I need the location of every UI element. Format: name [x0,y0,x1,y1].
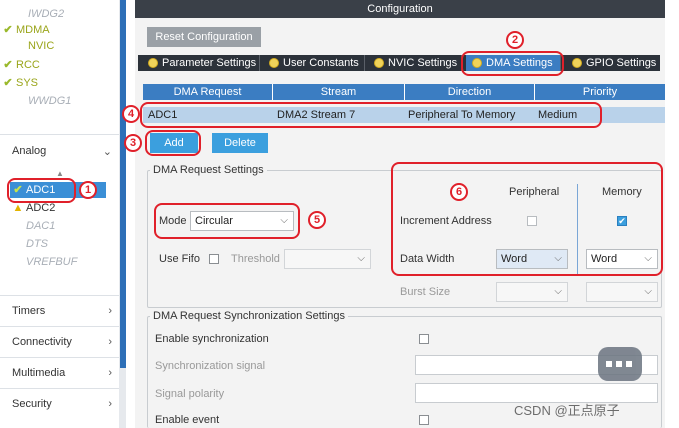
chat-bubble-icon[interactable] [598,347,642,381]
chevron-right-icon: › [108,305,112,317]
status-dot-icon [269,58,279,68]
enable-sync-label: Enable synchronization [155,333,269,345]
use-fifo-checkbox[interactable] [209,254,219,264]
signal-polarity-label: Signal polarity [155,388,225,400]
chevron-down-icon: ⌵ [644,286,652,297]
sidebar-item-mdma[interactable]: ✔ MDMA [0,22,120,38]
chevron-down-icon: ⌄ [102,146,112,158]
sync-signal-label: Synchronization signal [155,360,266,372]
tab-parameter-settings[interactable]: Parameter Settings [142,55,260,71]
annotation-number-5: 5 [308,211,326,229]
chevron-down-icon: ⌵ [357,253,365,264]
checkmark-icon: ✔ [3,59,13,71]
tab-user-constants[interactable]: User Constants [263,55,365,71]
annotation-number-2: 2 [506,31,524,49]
watermark: CSDN @正点原子 [514,403,620,418]
status-dot-icon [374,58,384,68]
group-title: DMA Request Settings [150,164,267,176]
divider [0,357,120,358]
sidebar-item-sys[interactable]: ✔ SYS [0,75,120,91]
chevron-right-icon: › [108,367,112,379]
sidebar-item-wwdg1[interactable]: WWDG1 [0,93,120,109]
divider [0,295,120,296]
annotation-number-4: 4 [122,105,140,123]
peripheral-burst-select[interactable]: ⌵ [496,282,568,302]
divider [0,388,120,389]
divider [0,326,120,327]
checkmark-icon: ✔ [3,24,13,36]
divider [0,134,120,135]
annotation-ring-6 [391,162,663,276]
tab-gpio-settings[interactable]: GPIO Settings [566,55,660,71]
scroll-up-icon[interactable]: ▲ [56,169,64,178]
annotation-number-3: 3 [124,134,142,152]
sidebar: IWDG2 ✔ MDMA NVIC ✔ RCC ✔ SYS WWDG1 Analog ⌄… [0,0,120,428]
chevron-right-icon: › [108,398,112,410]
annotation-ring-1 [7,178,76,203]
memory-burst-select[interactable]: ⌵ [586,282,658,302]
enable-sync-checkbox[interactable] [419,334,429,344]
sidebar-item-dts[interactable]: DTS [10,236,130,252]
burst-size-label: Burst Size [400,286,451,298]
annotation-ring-5 [154,203,300,239]
config-title: Configuration [135,0,665,18]
column-header-dma-request[interactable]: DMA Request [143,84,273,100]
column-header-priority[interactable]: Priority [535,84,665,100]
delete-button[interactable]: Delete [212,133,268,153]
category-connectivity[interactable]: Connectivity › [12,336,112,348]
category-multimedia[interactable]: Multimedia › [12,367,112,379]
threshold-select[interactable]: ⌵ [284,249,371,269]
threshold-label: Threshold [231,253,280,265]
annotation-number-6: 6 [450,183,468,201]
sidebar-item-dac1[interactable]: DAC1 [10,218,130,234]
annotation-number-1: 1 [79,181,97,199]
enable-event-checkbox[interactable] [419,415,429,425]
sidebar-item-vrefbuf[interactable]: VREFBUF [10,254,130,270]
category-security[interactable]: Security › [12,398,112,410]
column-header-stream[interactable]: Stream [273,84,405,100]
category-timers[interactable]: Timers › [12,305,112,317]
annotation-ring-4 [140,102,602,128]
chevron-down-icon: ⌵ [554,286,562,297]
status-dot-icon [572,58,582,68]
sidebar-item-nvic[interactable]: NVIC [0,38,120,54]
tab-nvic-settings[interactable]: NVIC Settings [368,55,462,71]
sidebar-item-iwdg2[interactable]: IWDG2 [0,6,120,22]
sidebar-item-rcc[interactable]: ✔ RCC [0,57,120,73]
checkmark-icon: ✔ [3,77,13,89]
enable-event-label: Enable event [155,414,220,426]
chevron-right-icon: › [108,336,112,348]
scrollbar-thumb[interactable] [120,0,126,368]
annotation-ring-3 [145,130,201,156]
status-dot-icon [148,58,158,68]
annotation-ring-2 [461,51,564,76]
use-fifo-label: Use Fifo [159,253,200,265]
category-analog[interactable]: Analog ⌄ [12,145,112,158]
reset-configuration-button[interactable]: Reset Configuration [147,27,261,47]
group-title: DMA Request Synchronization Settings [150,310,348,322]
column-header-direction[interactable]: Direction [405,84,535,100]
